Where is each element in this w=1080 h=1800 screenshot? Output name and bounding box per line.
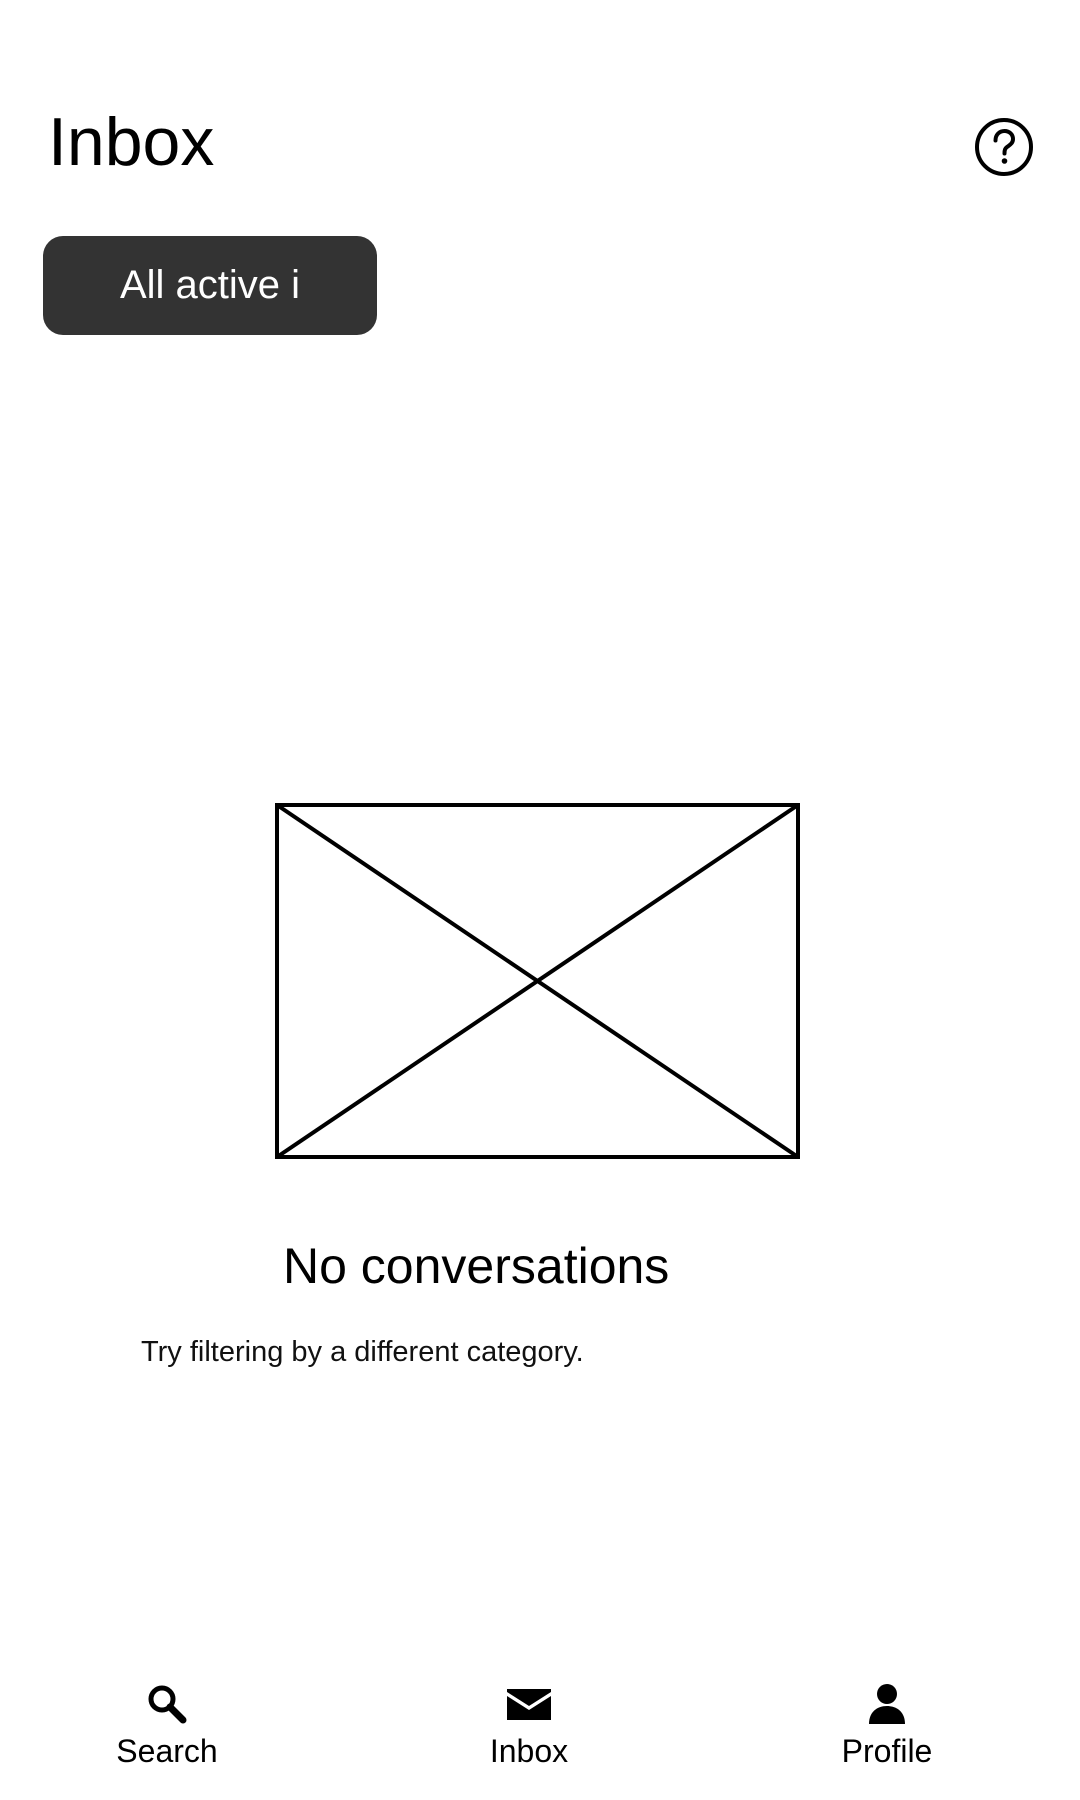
mail-icon <box>507 1682 551 1726</box>
nav-item-search[interactable]: Search <box>67 1670 267 1780</box>
bottom-navigation: Search Inbox Profile <box>0 1670 1080 1790</box>
help-button[interactable] <box>974 117 1034 177</box>
empty-state-title: No conversations <box>283 1238 670 1294</box>
empty-state-subtitle: Try filtering by a different category. <box>141 1336 584 1368</box>
placeholder-image-icon <box>275 803 800 1159</box>
empty-state-image <box>275 803 800 1159</box>
help-circle-icon <box>975 118 1033 176</box>
page-title: Inbox <box>48 104 215 180</box>
nav-label-profile: Profile <box>841 1733 933 1769</box>
person-icon <box>865 1682 909 1726</box>
nav-label-inbox: Inbox <box>489 1733 569 1769</box>
nav-item-profile[interactable]: Profile <box>787 1670 987 1780</box>
filter-dropdown-button[interactable]: All active i <box>43 236 377 335</box>
nav-label-search: Search <box>116 1733 218 1769</box>
nav-item-inbox[interactable]: Inbox <box>429 1670 629 1780</box>
search-icon <box>145 1682 189 1726</box>
